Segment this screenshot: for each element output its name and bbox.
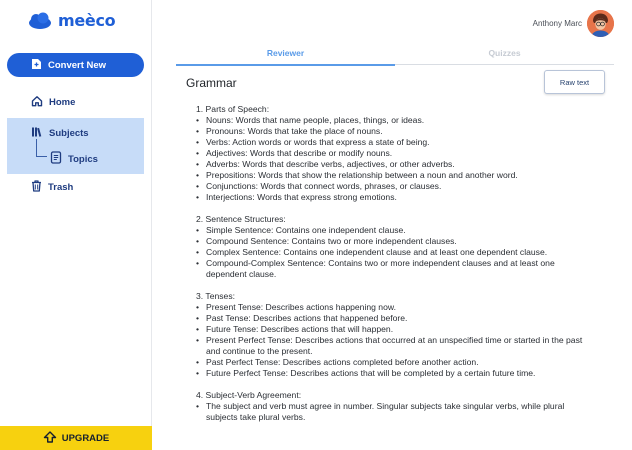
list-item: Compound Sentence: Contains two or more … xyxy=(196,236,594,247)
upgrade-button[interactable]: UPGRADE xyxy=(0,426,152,450)
page-title: Grammar xyxy=(186,76,237,90)
app-logo[interactable]: meèco xyxy=(28,11,116,30)
tab-bar: Reviewer Quizzes xyxy=(176,41,614,66)
list-item: Present Perfect Tense: Describes actions… xyxy=(196,335,594,357)
trash-icon xyxy=(31,180,42,195)
sidebar-item-label: Trash xyxy=(48,182,74,193)
logo-text: meèco xyxy=(58,11,116,30)
list-item: Complex Sentence: Contains one independe… xyxy=(196,247,594,258)
list-item: Conjunctions: Words that connect words, … xyxy=(196,181,594,192)
list-item: Nouns: Words that name people, places, t… xyxy=(196,115,594,126)
tree-connector xyxy=(36,139,47,157)
list-item: Past Perfect Tense: Describes actions co… xyxy=(196,357,594,368)
raw-text-button[interactable]: Raw text xyxy=(544,70,605,94)
convert-new-button[interactable]: Convert New xyxy=(7,53,144,77)
convert-new-label: Convert New xyxy=(48,59,107,71)
sidebar-item-topics[interactable]: Topics xyxy=(50,151,98,167)
sidebar-item-label: Subjects xyxy=(49,128,89,139)
tab-quizzes[interactable]: Quizzes xyxy=(395,41,614,65)
add-document-icon xyxy=(31,58,42,73)
sidebar-item-home[interactable]: Home xyxy=(31,95,75,110)
list-item: Adverbs: Words that describe verbs, adje… xyxy=(196,159,594,170)
list-item: Past Tense: Describes actions that happe… xyxy=(196,313,594,324)
avatar[interactable] xyxy=(587,10,614,37)
sidebar-item-trash[interactable]: Trash xyxy=(31,180,73,195)
section: 3. Tenses: Present Tense: Describes acti… xyxy=(196,291,594,379)
section-heading: 3. Tenses: xyxy=(196,291,236,301)
section-heading: 4. Subject-Verb Agreement: xyxy=(196,390,302,400)
arrow-up-icon xyxy=(43,430,57,446)
section: 1. Parts of Speech: Nouns: Words that na… xyxy=(196,104,594,203)
sidebar-item-label: Topics xyxy=(68,153,98,165)
section: 2. Sentence Structures: Simple Sentence:… xyxy=(196,214,594,280)
list-item: Future Tense: Describes actions that wil… xyxy=(196,324,594,335)
reviewer-content[interactable]: 1. Parts of Speech: Nouns: Words that na… xyxy=(196,104,594,429)
sidebar-item-label: Home xyxy=(49,97,76,108)
list-item: Verbs: Action words or words that expres… xyxy=(196,137,594,148)
home-icon xyxy=(31,95,43,110)
section-heading: 1. Parts of Speech: xyxy=(196,104,270,114)
list-item: The subject and verb must agree in numbe… xyxy=(196,401,594,423)
user-name: Anthony Marc xyxy=(532,19,582,28)
upgrade-label: UPGRADE xyxy=(61,432,110,444)
list-item: Adjectives: Words that describe or modif… xyxy=(196,148,594,159)
list-item: Present Tense: Describes actions happeni… xyxy=(196,302,594,313)
sidebar: meèco Convert New Home Subjects Topics T… xyxy=(0,0,152,450)
section: 4. Subject-Verb Agreement: The subject a… xyxy=(196,390,594,423)
list-item: Compound-Complex Sentence: Contains two … xyxy=(196,258,594,280)
tab-reviewer[interactable]: Reviewer xyxy=(176,41,395,66)
list-item: Prepositions: Words that show the relati… xyxy=(196,170,594,181)
logo-icon xyxy=(28,12,52,30)
section-heading: 2. Sentence Structures: xyxy=(196,214,286,224)
list-item: Interjections: Words that express strong… xyxy=(196,192,594,203)
document-icon xyxy=(50,151,62,167)
list-item: Simple Sentence: Contains one independen… xyxy=(196,225,594,236)
list-item: Future Perfect Tense: Describes actions … xyxy=(196,368,594,379)
list-item: Pronouns: Words that take the place of n… xyxy=(196,126,594,137)
